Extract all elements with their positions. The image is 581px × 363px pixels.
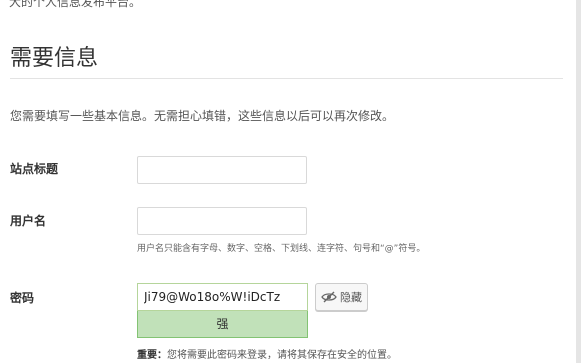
- username-label: 用户名: [10, 214, 47, 228]
- site-title-input[interactable]: [137, 156, 307, 184]
- page-title: 需要信息: [10, 46, 99, 71]
- eye-slash-icon: [321, 291, 337, 303]
- password-notice-strong: 重要：: [137, 350, 167, 361]
- divider: [10, 78, 563, 79]
- site-title-label: 站点标题: [10, 162, 59, 176]
- right-edge-shadow: [576, 0, 581, 363]
- password-notice: 重要：您将需要此密码来登录，请将其保存在安全的位置。: [137, 346, 397, 361]
- intro-text: 您需要填写一些基本信息。无需担心填错，这些信息以后可以再次修改。: [10, 109, 395, 123]
- password-label: 密码: [10, 291, 35, 305]
- password-input[interactable]: [137, 283, 308, 311]
- hide-password-button[interactable]: 隐藏: [315, 283, 368, 311]
- password-strength-indicator: 强: [137, 311, 308, 338]
- username-input[interactable]: [137, 207, 307, 235]
- username-hint: 用户名只能含有字母、数字、空格、下划线、连字符、句号和“@”符号。: [137, 244, 426, 254]
- password-notice-text: 您将需要此密码来登录，请将其保存在安全的位置。: [167, 350, 397, 361]
- hide-password-label: 隐藏: [340, 291, 362, 304]
- header-top-text: 大的个人信息发布平台。: [9, 0, 142, 9]
